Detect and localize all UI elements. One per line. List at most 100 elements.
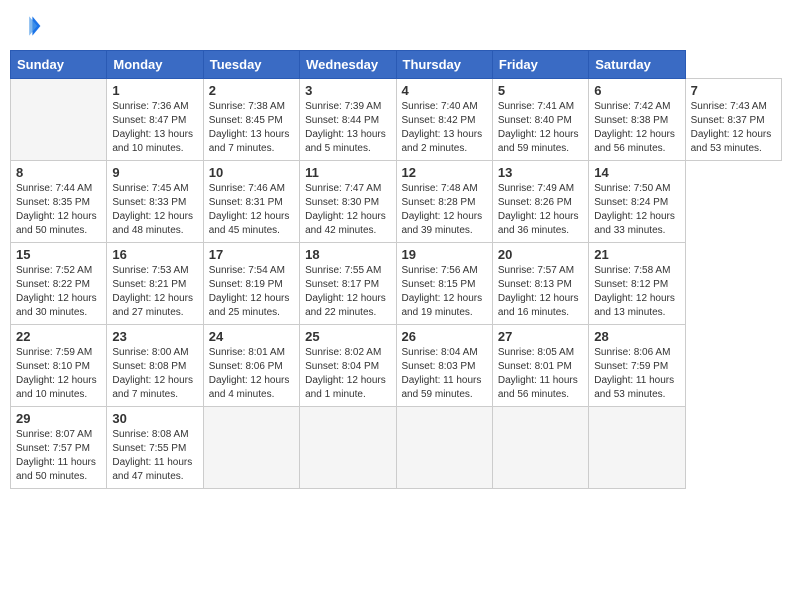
day-info: Sunrise: 7:49 AMSunset: 8:26 PMDaylight:…: [498, 182, 583, 238]
day-cell: 8Sunrise: 7:44 AMSunset: 8:35 PMDaylight…: [11, 161, 107, 243]
day-cell: 23 Sunrise: 8:00 AMSunset: 8:08 PMDayligh…: [107, 325, 203, 407]
day-number: 25: [305, 329, 390, 344]
col-header-thursday: Thursday: [396, 51, 492, 79]
col-header-sunday: Sunday: [11, 51, 107, 79]
logo-icon: [10, 10, 42, 42]
day-info: Sunrise: 8:06 AMSunset: 7:59 PMDaylight:…: [594, 346, 679, 402]
day-info: Sunrise: 7:47 AMSunset: 8:30 PMDaylight:…: [305, 182, 390, 238]
day-info: Sunrise: 8:01 AMSunset: 8:06 PMDaylight:…: [209, 346, 294, 402]
day-cell: [11, 79, 107, 161]
day-number: 29: [16, 411, 101, 426]
logo: [10, 10, 46, 42]
day-cell: 5Sunrise: 7:41 AMSunset: 8:40 PMDaylight…: [492, 79, 588, 161]
day-info: Sunrise: 8:08 AMSunset: 7:55 PMDaylight:…: [112, 428, 197, 484]
day-info: Sunrise: 7:43 AMSunset: 8:37 PMDaylight:…: [691, 100, 776, 156]
day-number: 22: [16, 329, 101, 344]
day-info: Sunrise: 7:36 AMSunset: 8:47 PMDaylight:…: [112, 100, 197, 156]
day-cell: 14Sunrise: 7:50 AMSunset: 8:24 PMDayligh…: [589, 161, 685, 243]
day-info: Sunrise: 7:53 AMSunset: 8:21 PMDaylight:…: [112, 264, 197, 320]
day-number: 2: [209, 83, 294, 98]
day-cell: 17Sunrise: 7:54 AMSunset: 8:19 PMDayligh…: [203, 243, 299, 325]
day-number: 13: [498, 165, 583, 180]
day-cell: 28Sunrise: 8:06 AMSunset: 7:59 PMDayligh…: [589, 325, 685, 407]
day-number: 7: [691, 83, 776, 98]
day-cell: 12 Sunrise: 7:48 AMSunset: 8:28 PMDayligh…: [396, 161, 492, 243]
day-cell: [203, 407, 299, 489]
day-info: Sunrise: 8:02 AMSunset: 8:04 PMDaylight:…: [305, 346, 390, 402]
day-number: 9: [112, 165, 197, 180]
day-cell: 20 Sunrise: 7:57 AMSunset: 8:13 PMDayligh…: [492, 243, 588, 325]
day-cell: [396, 407, 492, 489]
day-info: Sunrise: 7:58 AMSunset: 8:12 PMDaylight:…: [594, 264, 679, 320]
day-number: 21: [594, 247, 679, 262]
day-cell: 6 Sunrise: 7:42 AMSunset: 8:38 PMDaylight…: [589, 79, 685, 161]
day-info: Sunrise: 7:41 AMSunset: 8:40 PMDaylight:…: [498, 100, 583, 156]
day-cell: 18 Sunrise: 7:55 AMSunset: 8:17 PMDayligh…: [300, 243, 396, 325]
day-cell: 25 Sunrise: 8:02 AMSunset: 8:04 PMDayligh…: [300, 325, 396, 407]
day-number: 27: [498, 329, 583, 344]
col-header-friday: Friday: [492, 51, 588, 79]
day-cell: 11 Sunrise: 7:47 AMSunset: 8:30 PMDayligh…: [300, 161, 396, 243]
day-cell: 15 Sunrise: 7:52 AMSunset: 8:22 PMDayligh…: [11, 243, 107, 325]
day-info: Sunrise: 7:52 AMSunset: 8:22 PMDaylight:…: [16, 264, 101, 320]
day-number: 16: [112, 247, 197, 262]
day-cell: 27 Sunrise: 8:05 AMSunset: 8:01 PMDayligh…: [492, 325, 588, 407]
day-info: Sunrise: 7:38 AMSunset: 8:45 PMDaylight:…: [209, 100, 294, 156]
day-info: Sunrise: 7:50 AMSunset: 8:24 PMDaylight:…: [594, 182, 679, 238]
day-info: Sunrise: 7:57 AMSunset: 8:13 PMDaylight:…: [498, 264, 583, 320]
week-row-1: 8Sunrise: 7:44 AMSunset: 8:35 PMDaylight…: [11, 161, 782, 243]
col-header-wednesday: Wednesday: [300, 51, 396, 79]
day-number: 11: [305, 165, 390, 180]
day-number: 4: [402, 83, 487, 98]
day-number: 3: [305, 83, 390, 98]
day-number: 6: [594, 83, 679, 98]
day-info: Sunrise: 7:44 AMSunset: 8:35 PMDaylight:…: [16, 182, 101, 238]
week-row-0: 1 Sunrise: 7:36 AMSunset: 8:47 PMDaylight…: [11, 79, 782, 161]
day-number: 15: [16, 247, 101, 262]
day-number: 12: [402, 165, 487, 180]
day-info: Sunrise: 7:42 AMSunset: 8:38 PMDaylight:…: [594, 100, 679, 156]
day-cell: 19Sunrise: 7:56 AMSunset: 8:15 PMDayligh…: [396, 243, 492, 325]
day-cell: 13 Sunrise: 7:49 AMSunset: 8:26 PMDayligh…: [492, 161, 588, 243]
day-cell: 2 Sunrise: 7:38 AMSunset: 8:45 PMDaylight…: [203, 79, 299, 161]
day-cell: [589, 407, 685, 489]
week-row-2: 15 Sunrise: 7:52 AMSunset: 8:22 PMDayligh…: [11, 243, 782, 325]
day-cell: 1 Sunrise: 7:36 AMSunset: 8:47 PMDaylight…: [107, 79, 203, 161]
day-number: 1: [112, 83, 197, 98]
day-number: 26: [402, 329, 487, 344]
day-info: Sunrise: 8:00 AMSunset: 8:08 PMDaylight:…: [112, 346, 197, 402]
day-info: Sunrise: 7:46 AMSunset: 8:31 PMDaylight:…: [209, 182, 294, 238]
day-number: 18: [305, 247, 390, 262]
day-number: 23: [112, 329, 197, 344]
day-info: Sunrise: 7:40 AMSunset: 8:42 PMDaylight:…: [402, 100, 487, 156]
day-info: Sunrise: 8:04 AMSunset: 8:03 PMDaylight:…: [402, 346, 487, 402]
day-cell: 24Sunrise: 8:01 AMSunset: 8:06 PMDayligh…: [203, 325, 299, 407]
day-info: Sunrise: 7:39 AMSunset: 8:44 PMDaylight:…: [305, 100, 390, 156]
col-header-tuesday: Tuesday: [203, 51, 299, 79]
day-info: Sunrise: 7:55 AMSunset: 8:17 PMDaylight:…: [305, 264, 390, 320]
day-info: Sunrise: 7:59 AMSunset: 8:10 PMDaylight:…: [16, 346, 101, 402]
col-header-saturday: Saturday: [589, 51, 685, 79]
day-number: 20: [498, 247, 583, 262]
day-cell: 26 Sunrise: 8:04 AMSunset: 8:03 PMDayligh…: [396, 325, 492, 407]
day-cell: 9 Sunrise: 7:45 AMSunset: 8:33 PMDaylight…: [107, 161, 203, 243]
day-cell: 4 Sunrise: 7:40 AMSunset: 8:42 PMDaylight…: [396, 79, 492, 161]
day-info: Sunrise: 8:07 AMSunset: 7:57 PMDaylight:…: [16, 428, 101, 484]
day-cell: 22 Sunrise: 7:59 AMSunset: 8:10 PMDayligh…: [11, 325, 107, 407]
day-cell: 21 Sunrise: 7:58 AMSunset: 8:12 PMDayligh…: [589, 243, 685, 325]
day-cell: 10Sunrise: 7:46 AMSunset: 8:31 PMDayligh…: [203, 161, 299, 243]
day-cell: 16 Sunrise: 7:53 AMSunset: 8:21 PMDayligh…: [107, 243, 203, 325]
day-cell: 7 Sunrise: 7:43 AMSunset: 8:37 PMDaylight…: [685, 79, 781, 161]
day-number: 30: [112, 411, 197, 426]
day-cell: 3 Sunrise: 7:39 AMSunset: 8:44 PMDaylight…: [300, 79, 396, 161]
calendar-table: SundayMondayTuesdayWednesdayThursdayFrid…: [10, 50, 782, 489]
day-info: Sunrise: 7:45 AMSunset: 8:33 PMDaylight:…: [112, 182, 197, 238]
day-cell: 29 Sunrise: 8:07 AMSunset: 7:57 PMDayligh…: [11, 407, 107, 489]
day-cell: 30 Sunrise: 8:08 AMSunset: 7:55 PMDayligh…: [107, 407, 203, 489]
col-header-monday: Monday: [107, 51, 203, 79]
header-row: SundayMondayTuesdayWednesdayThursdayFrid…: [11, 51, 782, 79]
day-info: Sunrise: 7:48 AMSunset: 8:28 PMDaylight:…: [402, 182, 487, 238]
day-info: Sunrise: 7:54 AMSunset: 8:19 PMDaylight:…: [209, 264, 294, 320]
day-cell: [300, 407, 396, 489]
day-info: Sunrise: 8:05 AMSunset: 8:01 PMDaylight:…: [498, 346, 583, 402]
